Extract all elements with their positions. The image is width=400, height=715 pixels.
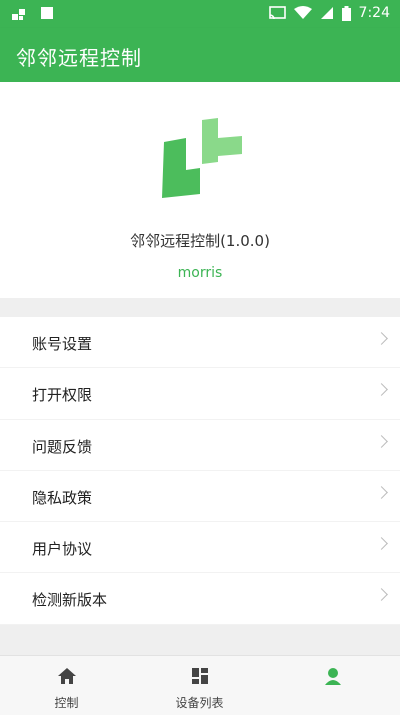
notification-icon	[12, 9, 25, 20]
menu-item-user-agreement[interactable]: 用户协议	[0, 522, 400, 574]
home-icon	[57, 668, 76, 684]
status-right: 7:24	[268, 5, 390, 21]
menu-item-label: 用户协议	[32, 540, 93, 559]
grid-icon	[191, 668, 208, 684]
chevron-right-icon	[375, 588, 388, 602]
square-icon	[41, 7, 53, 19]
tab-profile[interactable]	[266, 656, 399, 715]
app-bar-title: 邻邻远程控制	[16, 46, 142, 70]
profile-icon	[324, 668, 341, 685]
menu-item-label: 隐私政策	[32, 488, 93, 507]
menu-item-account-settings[interactable]: 账号设置	[0, 317, 400, 369]
chevron-right-icon	[375, 383, 388, 397]
app-name-version: 邻邻远程控制(1.0.0)	[130, 232, 270, 250]
menu-item-privacy-policy[interactable]: 隐私政策	[0, 471, 400, 523]
menu-item-feedback[interactable]: 问题反馈	[0, 420, 400, 471]
signal-icon	[320, 7, 333, 19]
menu-item-label: 检测新版本	[32, 591, 108, 610]
tab-control[interactable]: 控制	[0, 656, 133, 715]
cast-icon	[268, 6, 286, 20]
status-bar: 7:24	[0, 0, 400, 28]
tab-device-list[interactable]: 设备列表	[133, 656, 266, 715]
app-bar: 邻邻远程控制	[0, 28, 400, 82]
menu-item-label: 打开权限	[32, 386, 93, 405]
status-time: 7:24	[358, 5, 390, 21]
tab-label: 控制	[54, 696, 79, 710]
menu-item-open-permissions[interactable]: 打开权限	[0, 368, 400, 420]
username[interactable]: morris	[0, 265, 400, 281]
chevron-right-icon	[375, 537, 388, 551]
bottom-tab-bar: 控制 设备列表	[0, 655, 400, 715]
profile-header: 邻邻远程控制(1.0.0) morris	[0, 82, 400, 298]
app-logo-icon	[162, 118, 242, 198]
status-left-icons	[12, 6, 54, 22]
menu-item-label: 问题反馈	[32, 437, 93, 456]
settings-menu: 账号设置 打开权限 问题反馈 隐私政策 用户协议 检测新版本	[0, 317, 400, 625]
battery-icon	[341, 5, 351, 21]
wifi-icon	[293, 6, 312, 19]
menu-item-label: 账号设置	[32, 335, 93, 353]
chevron-right-icon	[375, 434, 388, 448]
chevron-right-icon	[375, 332, 388, 345]
menu-item-check-update[interactable]: 检测新版本	[0, 573, 400, 625]
chevron-right-icon	[375, 486, 388, 499]
tab-label: 设备列表	[175, 696, 224, 710]
